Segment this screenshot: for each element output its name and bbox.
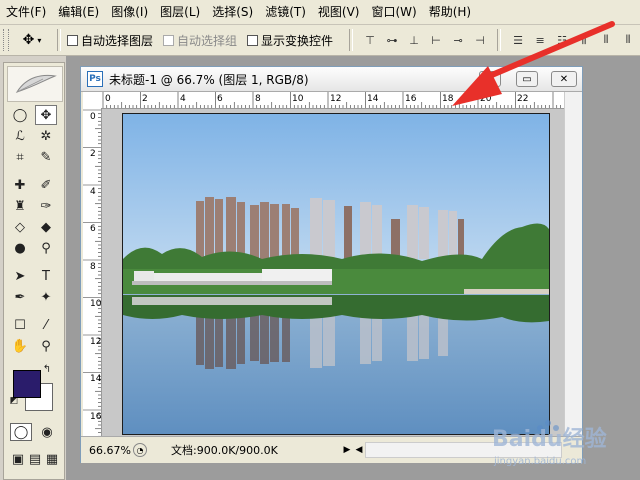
ruler-label: 4 xyxy=(90,187,96,197)
menu-select[interactable]: 选择(S) xyxy=(206,0,259,24)
align-bottom-icon[interactable]: ⊥ xyxy=(405,31,423,49)
blur-tool-icon[interactable]: ● xyxy=(9,238,31,258)
type-tool-icon[interactable]: T xyxy=(35,266,57,286)
baidu-watermark: Baidu经验 jingyan.baidu.com xyxy=(492,408,632,468)
menu-layer[interactable]: 图层(L) xyxy=(154,0,206,24)
standard-mode-icon[interactable]: ◯ xyxy=(10,423,32,441)
clone-stamp-tool-icon[interactable]: ♜ xyxy=(9,196,31,216)
screen-mode-full-icon[interactable]: ▦ xyxy=(44,449,60,469)
feather-logo-icon xyxy=(7,66,63,102)
ruler-label: 2 xyxy=(142,94,148,104)
pen-tool-icon[interactable]: ✒ xyxy=(9,287,31,307)
lasso-tool-icon[interactable]: ℒ xyxy=(9,126,31,146)
zoom-tool-icon[interactable]: ⚲ xyxy=(35,336,57,356)
history-brush-tool-icon[interactable]: ✑ xyxy=(35,196,57,216)
scroll-left-arrow-icon[interactable]: ◀ xyxy=(353,443,365,457)
align-top-icon[interactable]: ⊤ xyxy=(361,31,379,49)
watermark-url: jingyan.baidu.com xyxy=(493,456,586,467)
slice-tool-icon[interactable]: ✎ xyxy=(35,147,57,167)
crop-tool-icon[interactable]: ⌗ xyxy=(9,147,31,167)
ruler-label: 6 xyxy=(90,224,96,234)
toolbox: ◯ ✥ ℒ ✲ ⌗ ✎ ✚ ✐ ♜ ✑ ◇ ◆ ● ⚲ ➤ T ✒ ✦ ☐ ⁄ … xyxy=(3,62,65,480)
eraser-tool-icon[interactable]: ◇ xyxy=(9,217,31,237)
quickmask-mode-icon[interactable]: ◉ xyxy=(36,423,58,441)
path-selection-tool-icon[interactable]: ➤ xyxy=(9,266,31,286)
document-size-info: 文档:900.0K/900.0K xyxy=(171,444,278,457)
magic-wand-tool-icon[interactable]: ✲ xyxy=(35,126,57,146)
move-tool-icon: ✥ xyxy=(22,32,35,48)
marquee-tool-icon[interactable]: ◯ xyxy=(9,105,31,125)
align-vcenter-icon[interactable]: ⊶ xyxy=(383,31,401,49)
ruler-label: 10 xyxy=(90,299,101,309)
document-window: Ps 未标题-1 @ 66.7% (图层 1, RGB/8) ▁ ▭ ✕ 0 2… xyxy=(80,66,583,463)
workspace-background xyxy=(66,56,80,480)
screen-mode-standard-icon[interactable]: ▣ xyxy=(10,449,26,469)
ruler-label: 16 xyxy=(405,94,417,104)
ruler-label: 12 xyxy=(90,337,101,347)
dodge-tool-icon[interactable]: ⚲ xyxy=(35,238,57,258)
ruler-label: 0 xyxy=(90,112,96,122)
brush-tool-icon[interactable]: ✐ xyxy=(35,175,57,195)
ruler-label: 8 xyxy=(90,262,96,272)
ruler-origin[interactable] xyxy=(83,92,102,109)
status-info-icon[interactable]: ◔ xyxy=(133,443,147,457)
ruler-label: 16 xyxy=(90,412,101,422)
ruler-label: 6 xyxy=(217,94,223,104)
zoom-level[interactable]: 66.67% xyxy=(81,444,133,457)
ruler-label: 8 xyxy=(255,94,261,104)
photoshop-doc-icon: Ps xyxy=(87,71,103,87)
ruler-label: 14 xyxy=(90,374,101,384)
menu-filter[interactable]: 滤镜(T) xyxy=(259,0,312,24)
move-tool-icon[interactable]: ✥ xyxy=(35,105,57,125)
watermark-brand: Baidu经验 xyxy=(492,426,607,452)
menu-edit[interactable]: 编辑(E) xyxy=(52,0,105,24)
status-menu-arrow-icon[interactable]: ▶ xyxy=(341,443,353,457)
ruler-label: 4 xyxy=(180,94,186,104)
vertical-ruler[interactable]: 0 2 4 6 8 10 12 14 16 xyxy=(83,108,102,436)
chevron-down-icon: ▾ xyxy=(37,35,42,45)
options-grip[interactable] xyxy=(3,29,9,51)
healing-brush-tool-icon[interactable]: ✚ xyxy=(9,175,31,195)
ruler-label: 12 xyxy=(330,94,341,104)
canvas-area[interactable] xyxy=(102,109,564,436)
canvas-image xyxy=(122,113,550,435)
ruler-label: 10 xyxy=(292,94,304,104)
notes-tool-icon[interactable]: ☐ xyxy=(9,315,31,335)
vertical-scrollbar[interactable] xyxy=(564,92,582,436)
auto-select-layer-checkbox[interactable]: 自动选择图层 xyxy=(67,32,153,49)
custom-shape-tool-icon[interactable]: ✦ xyxy=(35,287,57,307)
tool-preset-picker[interactable]: ✥ ▾ xyxy=(13,29,51,51)
hand-tool-icon[interactable]: ✋ xyxy=(9,336,31,356)
auto-select-group-checkbox: 自动选择组 xyxy=(163,32,237,49)
annotation-arrow-icon xyxy=(452,21,615,106)
swap-colors-icon[interactable]: ↰ xyxy=(40,363,54,375)
screen-mode-full-menu-icon[interactable]: ▤ xyxy=(27,449,43,469)
ruler-label: 0 xyxy=(105,94,111,104)
menu-view[interactable]: 视图(V) xyxy=(312,0,366,24)
eyedropper-tool-icon[interactable]: ⁄ xyxy=(35,315,57,335)
ruler-label: 2 xyxy=(90,149,96,159)
document-title: 未标题-1 @ 66.7% (图层 1, RGB/8) xyxy=(109,72,309,87)
ruler-label: 14 xyxy=(367,94,379,104)
menu-image[interactable]: 图像(I) xyxy=(105,0,154,24)
menu-window[interactable]: 窗口(W) xyxy=(365,0,422,24)
foreground-color-swatch[interactable] xyxy=(13,370,41,398)
show-transform-controls-checkbox[interactable]: 显示变换控件 xyxy=(247,32,333,49)
paint-bucket-tool-icon[interactable]: ◆ xyxy=(35,217,57,237)
menu-file[interactable]: 文件(F) xyxy=(0,0,52,24)
